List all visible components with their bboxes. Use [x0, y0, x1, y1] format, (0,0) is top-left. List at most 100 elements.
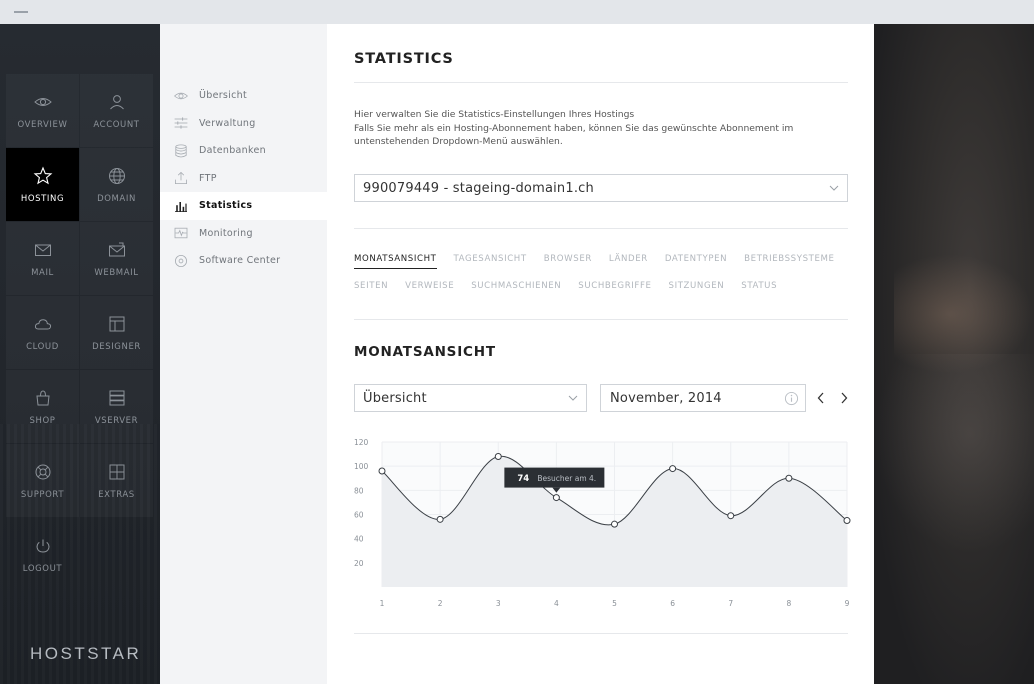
- month-date-value: November, 2014: [610, 390, 722, 406]
- submenu-item-label: Statistics: [199, 200, 253, 212]
- stats-tabs-row-1: MONATSANSICHT TAGESANSICHT BROWSER LÄNDER DA…: [354, 254, 835, 269]
- tab-browser[interactable]: BROWSER: [544, 254, 592, 269]
- nav-item-extras[interactable]: EXTRAS: [80, 444, 153, 517]
- tab-suchmaschienen[interactable]: SUCHMASCHIENEN: [471, 281, 561, 295]
- nav-item-vserver[interactable]: VSERVER: [80, 370, 153, 443]
- submenu-item-ftp[interactable]: FTP: [160, 165, 327, 193]
- tab-länder[interactable]: LÄNDER: [609, 254, 648, 269]
- eye-icon: [33, 92, 53, 112]
- tooltip-text: Besucher am 4.: [537, 474, 596, 483]
- nav-item-mail[interactable]: MAIL: [6, 222, 79, 295]
- tab-seiten[interactable]: SEITEN: [354, 281, 388, 295]
- tab-tagesansicht[interactable]: TAGESANSICHT: [454, 254, 527, 269]
- nav-item-label: CLOUD: [26, 341, 59, 352]
- nav-item-hosting[interactable]: HOSTING: [6, 148, 79, 221]
- minimize-icon[interactable]: [14, 11, 28, 13]
- app-window: OVERVIEW ACCOUNT HOSTING DOMAIN MAIL WEBMAIL C…: [0, 24, 1034, 684]
- view-select-value: Übersicht: [363, 390, 427, 406]
- database-icon: [173, 143, 189, 159]
- nav-item-overview[interactable]: OVERVIEW: [6, 74, 79, 147]
- y-tick-label: 100: [354, 462, 369, 471]
- nav-item-label: SUPPORT: [20, 489, 65, 500]
- month-date-field[interactable]: November, 2014: [600, 384, 806, 412]
- tab-suchbegriffe[interactable]: SUCHBEGRIFFE: [578, 281, 651, 295]
- y-tick-label: 120: [354, 438, 369, 447]
- data-point: [843, 517, 851, 525]
- submenu-item-verwaltung[interactable]: Verwaltung: [160, 110, 327, 138]
- description: Hier verwalten Sie die Statistics-Einste…: [354, 108, 854, 149]
- data-point: [727, 512, 735, 520]
- bar-chart-icon: [173, 198, 189, 214]
- nav-item-designer[interactable]: DESIGNER: [80, 296, 153, 369]
- server-icon: [107, 388, 127, 408]
- nav-item-support[interactable]: SUPPORT: [6, 444, 79, 517]
- submenu-item-software-center[interactable]: Software Center: [160, 247, 327, 275]
- nav-item-domain[interactable]: DOMAIN: [80, 148, 153, 221]
- submenu-item-monitoring[interactable]: Monitoring: [160, 220, 327, 248]
- divider: [354, 82, 848, 83]
- nav-item-logout[interactable]: LOGOUT: [6, 518, 79, 591]
- chevron-right-icon: [841, 392, 848, 404]
- tab-monatsansicht[interactable]: MONATSANSICHT: [354, 254, 437, 269]
- nav-item-label: LOGOUT: [22, 563, 63, 574]
- y-tick-label: 40: [354, 535, 364, 544]
- statistics-content: STATISTICS Hier verwalten Sie die Statis…: [327, 24, 874, 684]
- tab-verweise[interactable]: VERWEISE: [405, 281, 454, 295]
- tab-status[interactable]: STATUS: [741, 281, 777, 295]
- subscription-select[interactable]: 990079449 - stageing-domain1.ch: [354, 174, 848, 202]
- nav-item-label: MAIL: [31, 267, 54, 278]
- x-tick-label: 5: [612, 599, 617, 608]
- submenu-item-label: FTP: [199, 172, 217, 184]
- nav-item-account[interactable]: ACCOUNT: [80, 74, 153, 147]
- nav-item-label: ACCOUNT: [93, 119, 140, 130]
- divider: [354, 633, 848, 634]
- submenu-item-label: Software Center: [199, 255, 281, 267]
- nav-item-cloud[interactable]: CLOUD: [6, 296, 79, 369]
- divider: [354, 319, 848, 320]
- data-point: [669, 465, 677, 473]
- pulse-icon: [173, 225, 189, 241]
- visitors-chart: 20 40 60 80 100 120 1 2 3 4 5 6 7 8 9 74 Besucher am 4.: [354, 438, 851, 608]
- sliders-icon: [173, 115, 189, 131]
- nav-item-label: VSERVER: [94, 415, 139, 426]
- tab-datentypen[interactable]: DATENTYPEN: [665, 254, 727, 269]
- nav-item-label: EXTRAS: [98, 489, 135, 500]
- globe-icon: [107, 166, 127, 186]
- chevron-down-icon: [568, 395, 578, 401]
- description-line: Hier verwalten Sie die Statistics-Einste…: [354, 109, 635, 120]
- cloud-icon: [33, 314, 53, 334]
- x-tick-label: 3: [496, 599, 501, 608]
- subscription-select-value: 990079449 - stageing-domain1.ch: [363, 180, 594, 196]
- nav-item-webmail[interactable]: WEBMAIL: [80, 222, 153, 295]
- data-point: [785, 474, 793, 482]
- next-month-button[interactable]: [837, 390, 851, 406]
- shopping-bag-icon: [33, 388, 53, 408]
- layout-icon: [107, 314, 127, 334]
- info-icon[interactable]: [784, 391, 799, 406]
- submenu-item-label: Monitoring: [199, 227, 253, 239]
- submenu-item--bersicht[interactable]: Übersicht: [160, 82, 327, 110]
- window-chrome: [0, 0, 1034, 24]
- tab-betriebssysteme[interactable]: BETRIEBSSYSTEME: [744, 254, 834, 269]
- submenu-item-datenbanken[interactable]: Datenbanken: [160, 137, 327, 165]
- nav-item-shop[interactable]: SHOP: [6, 370, 79, 443]
- nav-item-label: DESIGNER: [92, 341, 141, 352]
- previous-month-button[interactable]: [814, 390, 828, 406]
- background-photo: [874, 24, 1034, 684]
- y-tick-label: 60: [354, 511, 364, 520]
- nav-grid: OVERVIEW ACCOUNT HOSTING DOMAIN MAIL WEBMAIL C…: [6, 74, 154, 591]
- submenu-item-label: Übersicht: [199, 90, 247, 102]
- envelope-icon: [33, 240, 53, 260]
- submenu-item-statistics[interactable]: Statistics: [160, 192, 327, 220]
- data-point: [436, 515, 444, 523]
- x-tick-label: 4: [554, 599, 559, 608]
- view-select[interactable]: Übersicht: [354, 384, 587, 412]
- data-point: [611, 520, 618, 528]
- x-tick-label: 6: [670, 599, 675, 608]
- tab-sitzungen[interactable]: SITZUNGEN: [669, 281, 725, 295]
- stats-tabs-row-2: SEITEN VERWEISE SUCHMASCHIENEN SUCHBEGRIFFE…: [354, 281, 777, 295]
- data-point: [378, 467, 386, 475]
- nav-item-label: OVERVIEW: [17, 119, 68, 130]
- hoststar-logo: HOSTSTAR: [30, 644, 142, 663]
- disc-icon: [173, 253, 189, 269]
